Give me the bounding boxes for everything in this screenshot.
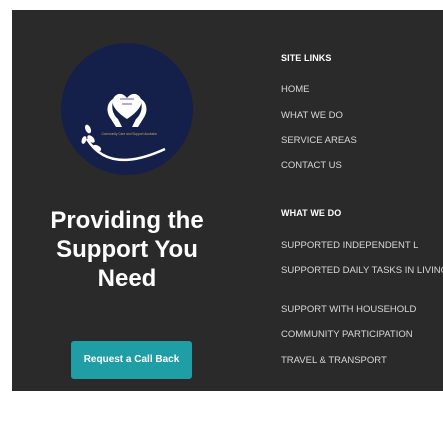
site-footer: Community Care and Support Australia Pro… (12, 10, 443, 391)
site-link-home[interactable]: HOME (281, 84, 310, 96)
site-links-heading: SITE LINKS (281, 53, 332, 63)
service-link-supported-independent-living[interactable]: SUPPORTED INDEPENDENT L (281, 240, 418, 252)
service-link-support-with-household[interactable]: SUPPORT WITH HOUSEHOLD (281, 304, 416, 316)
brand-logo[interactable]: Community Care and Support Australia (61, 43, 193, 175)
service-link-community-participation[interactable]: COMMUNITY PARTICIPATION (281, 329, 413, 341)
footer-tagline: Providing the Support You Need (12, 206, 242, 293)
footer-links-column: SITE LINKS HOME WHAT WE DO SERVICE AREAS… (281, 10, 443, 391)
logo-graphic: Community Care and Support Australia (81, 93, 166, 162)
service-link-supported-daily-tasks[interactable]: SUPPORTED DAILY TASKS IN LIVING (281, 265, 443, 277)
tagline-line-2: Support You (56, 236, 198, 263)
laurel-icon (81, 124, 102, 152)
logo-wordmark: Community Care and Support Australia (101, 132, 157, 136)
tagline-line-1: Providing the (50, 207, 204, 234)
what-we-do-heading: WHAT WE DO (281, 208, 342, 218)
site-link-service-areas[interactable]: SERVICE AREAS (281, 135, 357, 147)
heart-in-hands-icon (107, 93, 147, 127)
service-link-travel-transport[interactable]: TRAVEL & TRANSPORT (281, 355, 387, 367)
site-link-contact-us[interactable]: CONTACT US (281, 160, 342, 172)
tagline-line-3: Need (97, 265, 157, 292)
footer-brand-column: Community Care and Support Australia Pro… (12, 10, 255, 391)
site-link-what-we-do[interactable]: WHAT WE DO (281, 110, 343, 122)
request-call-back-button[interactable]: Request a Call Back (71, 341, 192, 379)
